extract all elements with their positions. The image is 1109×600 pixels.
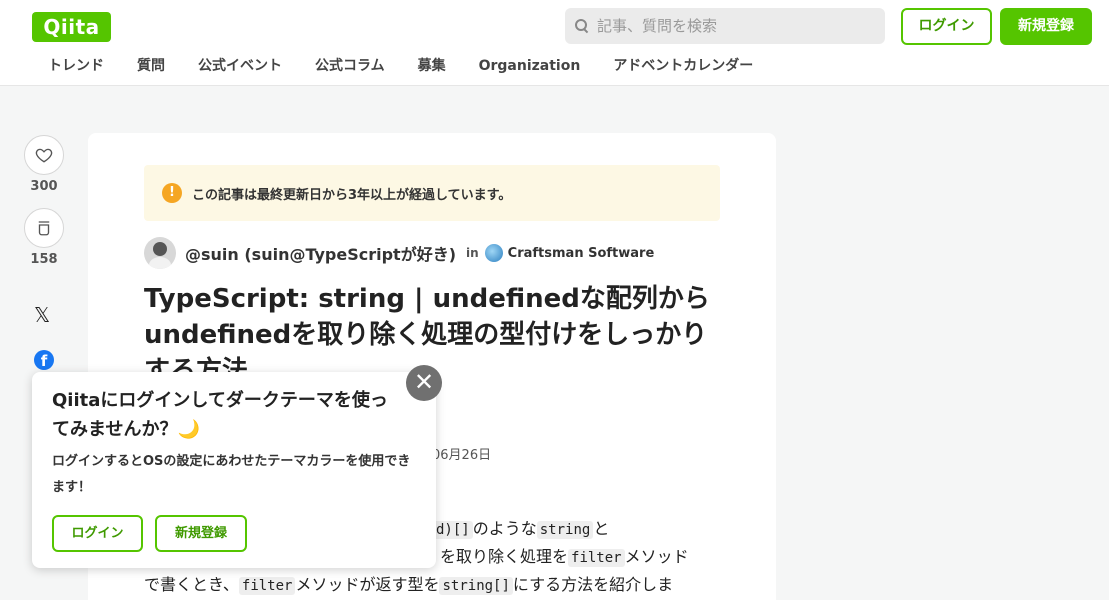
stock-button[interactable] [24, 208, 64, 248]
popup-title: Qiitaにログインしてダークテーマを使ってみませんか？🌙 [52, 390, 388, 440]
nav-item-organization[interactable]: Organization [479, 56, 581, 76]
warning-icon: ! [162, 183, 182, 203]
main-nav: トレンド 質問 公式イベント 公式コラム 募集 Organization アドベ… [48, 56, 786, 76]
author-info: @suin (suin@TypeScriptが好き) in Craftsman … [144, 237, 654, 269]
popup-description: ログインするとOSの設定にあわせたテーマカラーを使用できます！ [52, 454, 411, 495]
like-button[interactable] [24, 135, 64, 175]
body-text: メソッド [624, 547, 689, 566]
article-actions-sidebar: 300 158 [24, 135, 64, 267]
stock-icon [38, 221, 50, 236]
qiita-logo[interactable]: Qiita [32, 12, 111, 42]
close-icon[interactable]: ✕ [406, 365, 442, 401]
inline-code: filter [238, 577, 296, 595]
author-name[interactable]: @suin (suin@TypeScriptが好き) [185, 241, 456, 265]
nav-item-questions[interactable]: 質問 [137, 56, 165, 76]
like-count: 300 [30, 179, 58, 194]
notice-text: この記事は最終更新日から3年以上が経過しています。 [192, 187, 512, 203]
nav-item-trend[interactable]: トレンド [48, 56, 104, 76]
search-input[interactable] [597, 17, 857, 35]
inline-code: filter [568, 549, 625, 567]
body-text: で書くとき、 [144, 575, 239, 594]
inline-code: string [536, 521, 594, 539]
header-login-button[interactable]: ログイン [901, 8, 992, 45]
nav-item-recruit[interactable]: 募集 [418, 56, 446, 76]
site-header: Qiita ログイン 新規登録 トレンド 質問 公式イベント 公式コラム 募集 … [0, 0, 1109, 86]
dark-theme-popup: Qiitaにログインしてダークテーマを使ってみませんか？🌙 ログインするとOSの… [32, 372, 436, 568]
header-signup-button[interactable]: 新規登録 [1000, 8, 1092, 45]
nav-item-events[interactable]: 公式イベント [198, 56, 282, 76]
nav-item-columns[interactable]: 公式コラム [315, 56, 385, 76]
author-avatar[interactable] [144, 237, 176, 269]
nav-item-advent-calendar[interactable]: アドベントカレンダー [613, 56, 753, 76]
facebook-share-icon[interactable]: f [34, 350, 54, 370]
article-date: 06月26日 [432, 448, 492, 463]
outdated-notice: ! この記事は最終更新日から3年以上が経過しています。 [144, 165, 720, 221]
popup-login-button[interactable]: ログイン [52, 515, 143, 552]
stock-count: 158 [30, 252, 58, 267]
heart-icon [35, 148, 53, 163]
x-share-icon[interactable]: 𝕏 [34, 303, 50, 327]
body-text: にする方法を紹介しま [512, 575, 674, 594]
search-icon [575, 19, 589, 33]
body-text: を取り除く処理を [440, 547, 569, 566]
inline-code: string[] [439, 577, 513, 595]
organization-name[interactable]: Craftsman Software [508, 246, 655, 261]
body-text: と [593, 519, 610, 538]
organization-icon[interactable] [484, 244, 503, 262]
search-box[interactable] [565, 8, 885, 44]
popup-signup-button[interactable]: 新規登録 [155, 515, 247, 552]
body-text: メソッドが返す型を [295, 575, 440, 594]
in-label: in [466, 246, 479, 260]
body-text: のような [472, 519, 537, 538]
